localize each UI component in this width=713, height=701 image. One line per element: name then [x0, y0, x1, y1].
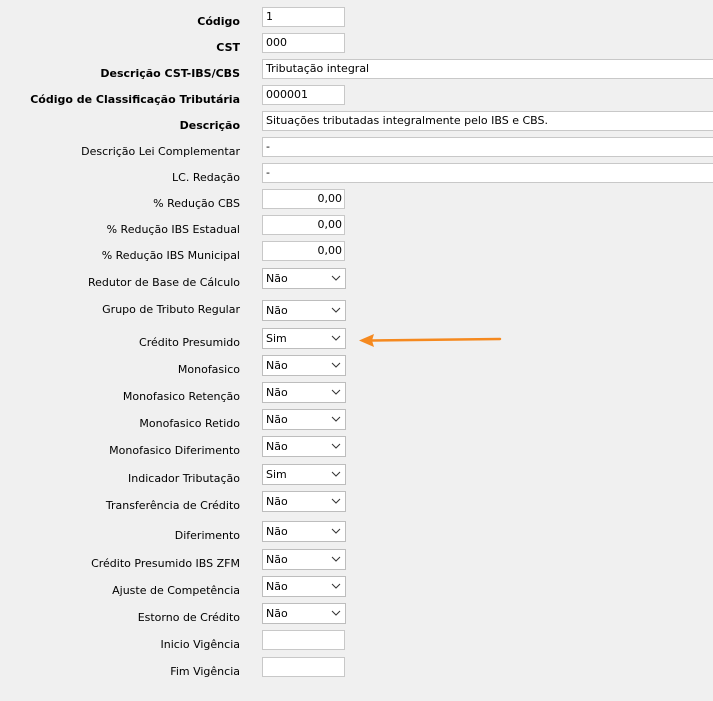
inicio-vigencia-label: Inicio Vigência	[160, 638, 240, 651]
monofasico-diferimento-label: Monofasico Diferimento	[109, 444, 240, 457]
monofasico-diferimento-select[interactable]: Não	[262, 436, 346, 457]
chevron-down-icon	[331, 335, 341, 341]
monofasico-label: Monofasico	[177, 363, 240, 376]
estorno-credito-select[interactable]: Não	[262, 603, 346, 624]
fim-vigencia-field[interactable]	[262, 657, 345, 677]
grupo-tributo-label: Grupo de Tributo Regular	[102, 303, 240, 316]
reducao-ibs-municipal-field[interactable]: 0,00	[262, 241, 345, 261]
chevron-down-icon	[331, 528, 341, 534]
chevron-down-icon	[331, 362, 341, 368]
chevron-down-icon	[331, 471, 341, 477]
transferencia-credito-value: Não	[266, 495, 288, 508]
cst-field[interactable]: 000	[262, 33, 345, 53]
diferimento-label: Diferimento	[174, 529, 240, 542]
reducao-ibs-estadual-label: % Redução IBS Estadual	[106, 223, 240, 236]
indicador-tributacao-label: Indicador Tributação	[128, 472, 240, 485]
chevron-down-icon	[331, 307, 341, 313]
chevron-down-icon	[331, 498, 341, 504]
ajuste-competencia-select[interactable]: Não	[262, 576, 346, 597]
monofasico-retencao-value: Não	[266, 386, 288, 399]
monofasico-retido-select[interactable]: Não	[262, 409, 346, 430]
indicador-tributacao-select[interactable]: Sim	[262, 464, 346, 485]
codigo-classificacao-field[interactable]: 000001	[262, 85, 345, 105]
descricao-cst-field[interactable]: Tributação integral	[262, 59, 713, 79]
credito-presumido-zfm-select[interactable]: Não	[262, 549, 346, 570]
codigo-field[interactable]: 1	[262, 7, 345, 27]
chevron-down-icon	[331, 556, 341, 562]
ajuste-competencia-value: Não	[266, 580, 288, 593]
chevron-down-icon	[331, 583, 341, 589]
reducao-ibs-estadual-field[interactable]: 0,00	[262, 215, 345, 235]
descricao-label: Descrição	[179, 119, 240, 132]
reducao-cbs-label: % Redução CBS	[153, 197, 240, 210]
monofasico-select[interactable]: Não	[262, 355, 346, 376]
redutor-base-label: Redutor de Base de Cálculo	[88, 276, 240, 289]
transferencia-credito-label: Transferência de Crédito	[105, 499, 240, 512]
descricao-field[interactable]: Situações tributadas integralmente pelo …	[262, 111, 713, 131]
indicador-tributacao-value: Sim	[266, 468, 287, 481]
fim-vigencia-label: Fim Vigência	[170, 665, 240, 678]
redutor-base-select[interactable]: Não	[262, 268, 346, 289]
descricao-lei-label: Descrição Lei Complementar	[81, 145, 240, 158]
credito-presumido-select[interactable]: Sim	[262, 328, 346, 349]
arrow-left-icon	[359, 334, 502, 347]
credito-presumido-zfm-value: Não	[266, 553, 288, 566]
monofasico-retido-label: Monofasico Retido	[139, 417, 240, 430]
monofasico-diferimento-value: Não	[266, 440, 288, 453]
monofasico-value: Não	[266, 359, 288, 372]
chevron-down-icon	[331, 610, 341, 616]
reducao-cbs-field[interactable]: 0,00	[262, 189, 345, 209]
grupo-tributo-select[interactable]: Não	[262, 300, 346, 321]
credito-presumido-zfm-label: Crédito Presumido IBS ZFM	[91, 557, 240, 570]
chevron-down-icon	[331, 416, 341, 422]
credito-presumido-label: Crédito Presumido	[139, 336, 240, 349]
diferimento-select[interactable]: Não	[262, 521, 346, 542]
estorno-credito-label: Estorno de Crédito	[137, 611, 240, 624]
monofasico-retencao-select[interactable]: Não	[262, 382, 346, 403]
codigo-label: Código	[197, 15, 240, 28]
ajuste-competencia-label: Ajuste de Competência	[112, 584, 240, 597]
lc-redacao-label: LC. Redação	[172, 171, 240, 184]
monofasico-retido-value: Não	[266, 413, 288, 426]
transferencia-credito-select[interactable]: Não	[262, 491, 346, 512]
diferimento-value: Não	[266, 525, 288, 538]
credito-presumido-value: Sim	[266, 332, 287, 345]
estorno-credito-value: Não	[266, 607, 288, 620]
inicio-vigencia-field[interactable]	[262, 630, 345, 650]
descricao-cst-label: Descrição CST-IBS/CBS	[100, 67, 240, 80]
redutor-base-value: Não	[266, 272, 288, 285]
descricao-lei-field[interactable]: -	[262, 137, 713, 157]
codigo-classificacao-label: Código de Classificação Tributária	[30, 93, 240, 106]
grupo-tributo-value: Não	[266, 304, 288, 317]
chevron-down-icon	[331, 443, 341, 449]
chevron-down-icon	[331, 275, 341, 281]
chevron-down-icon	[331, 389, 341, 395]
reducao-ibs-municipal-label: % Redução IBS Municipal	[101, 249, 240, 262]
lc-redacao-field[interactable]: -	[262, 163, 713, 183]
cst-label: CST	[216, 41, 240, 54]
monofasico-retencao-label: Monofasico Retenção	[122, 390, 240, 403]
